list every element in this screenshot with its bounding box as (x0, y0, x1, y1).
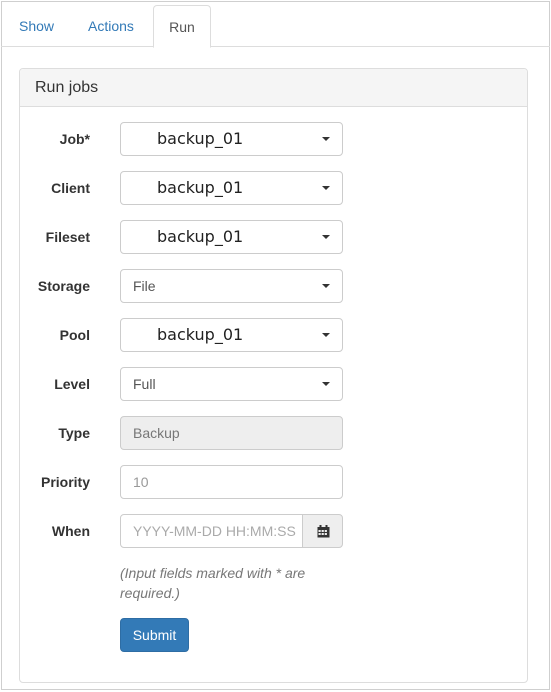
panel-title: Run jobs (20, 69, 527, 107)
pool-select-value: backup_01 (157, 325, 244, 344)
type-field: Backup (120, 416, 343, 450)
required-fields-hint: (Input fields marked with * are required… (120, 565, 306, 601)
submit-button[interactable]: Submit (120, 618, 189, 652)
when-date-group: YYYY-MM-DD HH:MM:SS (120, 514, 343, 548)
when-input[interactable]: YYYY-MM-DD HH:MM:SS (120, 514, 303, 548)
job-label: Job* (59, 131, 90, 147)
tab-show[interactable]: Show (19, 5, 54, 47)
chevron-down-icon (322, 284, 330, 288)
priority-input[interactable]: 10 (120, 465, 343, 499)
tab-run[interactable]: Run (153, 5, 211, 48)
chevron-down-icon (322, 235, 330, 239)
tab-actions[interactable]: Actions (88, 5, 134, 47)
type-field-value: Backup (133, 425, 180, 441)
priority-input-value: 10 (133, 474, 149, 490)
storage-select-value: File (133, 278, 156, 294)
chevron-down-icon (322, 137, 330, 141)
chevron-down-icon (322, 333, 330, 337)
calendar-icon (317, 525, 330, 538)
job-select-value: backup_01 (157, 129, 244, 148)
chevron-down-icon (322, 382, 330, 386)
when-label: When (51, 523, 90, 539)
job-select[interactable]: backup_01 (120, 122, 343, 156)
level-select-value: Full (133, 376, 156, 392)
storage-select[interactable]: File (120, 269, 343, 303)
storage-label: Storage (37, 278, 90, 294)
fileset-label: Fileset (45, 229, 90, 245)
client-label: Client (51, 180, 90, 196)
fileset-select-value: backup_01 (157, 227, 244, 246)
pool-select[interactable]: backup_01 (120, 318, 343, 352)
pool-label: Pool (59, 327, 90, 343)
fileset-select[interactable]: backup_01 (120, 220, 343, 254)
client-select-value: backup_01 (157, 178, 244, 197)
level-select[interactable]: Full (120, 367, 343, 401)
type-label: Type (58, 425, 90, 441)
when-input-placeholder: YYYY-MM-DD HH:MM:SS (133, 523, 296, 539)
calendar-button[interactable] (302, 514, 343, 548)
level-label: Level (54, 376, 90, 392)
priority-label: Priority (40, 474, 90, 490)
chevron-down-icon (322, 186, 330, 190)
client-select[interactable]: backup_01 (120, 171, 343, 205)
tab-bar: Show Actions Run (1, 1, 550, 48)
